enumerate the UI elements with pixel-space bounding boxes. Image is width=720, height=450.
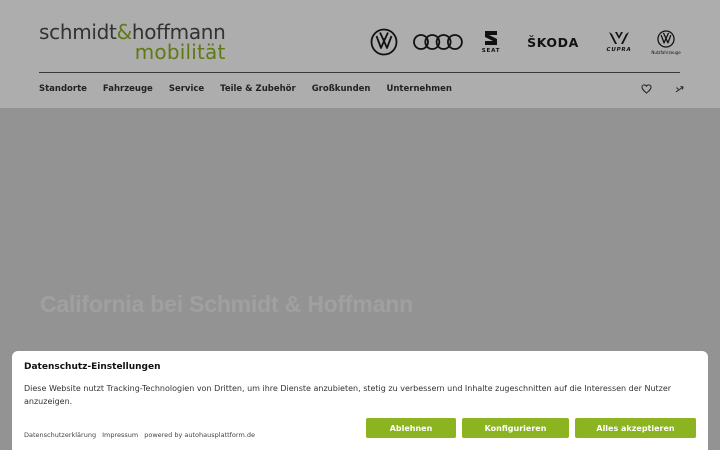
powered-by-link[interactable]: powered by autohausplattform.de (144, 431, 255, 439)
configure-button[interactable]: Konfigurieren (462, 418, 569, 438)
accept-all-button[interactable]: Alles akzeptieren (575, 418, 696, 438)
privacy-policy-link[interactable]: Datenschutzerklärung (24, 431, 96, 439)
consent-title: Datenschutz-Einstellungen (24, 362, 161, 372)
consent-dialog: Datenschutz-Einstellungen Diese Website … (12, 351, 708, 450)
decline-button[interactable]: Ablehnen (366, 418, 456, 438)
consent-description: Diese Website nutzt Tracking-Technologie… (24, 384, 672, 406)
consent-links: Datenschutzerklärung Impressum powered b… (24, 431, 255, 439)
imprint-link[interactable]: Impressum (102, 431, 138, 439)
